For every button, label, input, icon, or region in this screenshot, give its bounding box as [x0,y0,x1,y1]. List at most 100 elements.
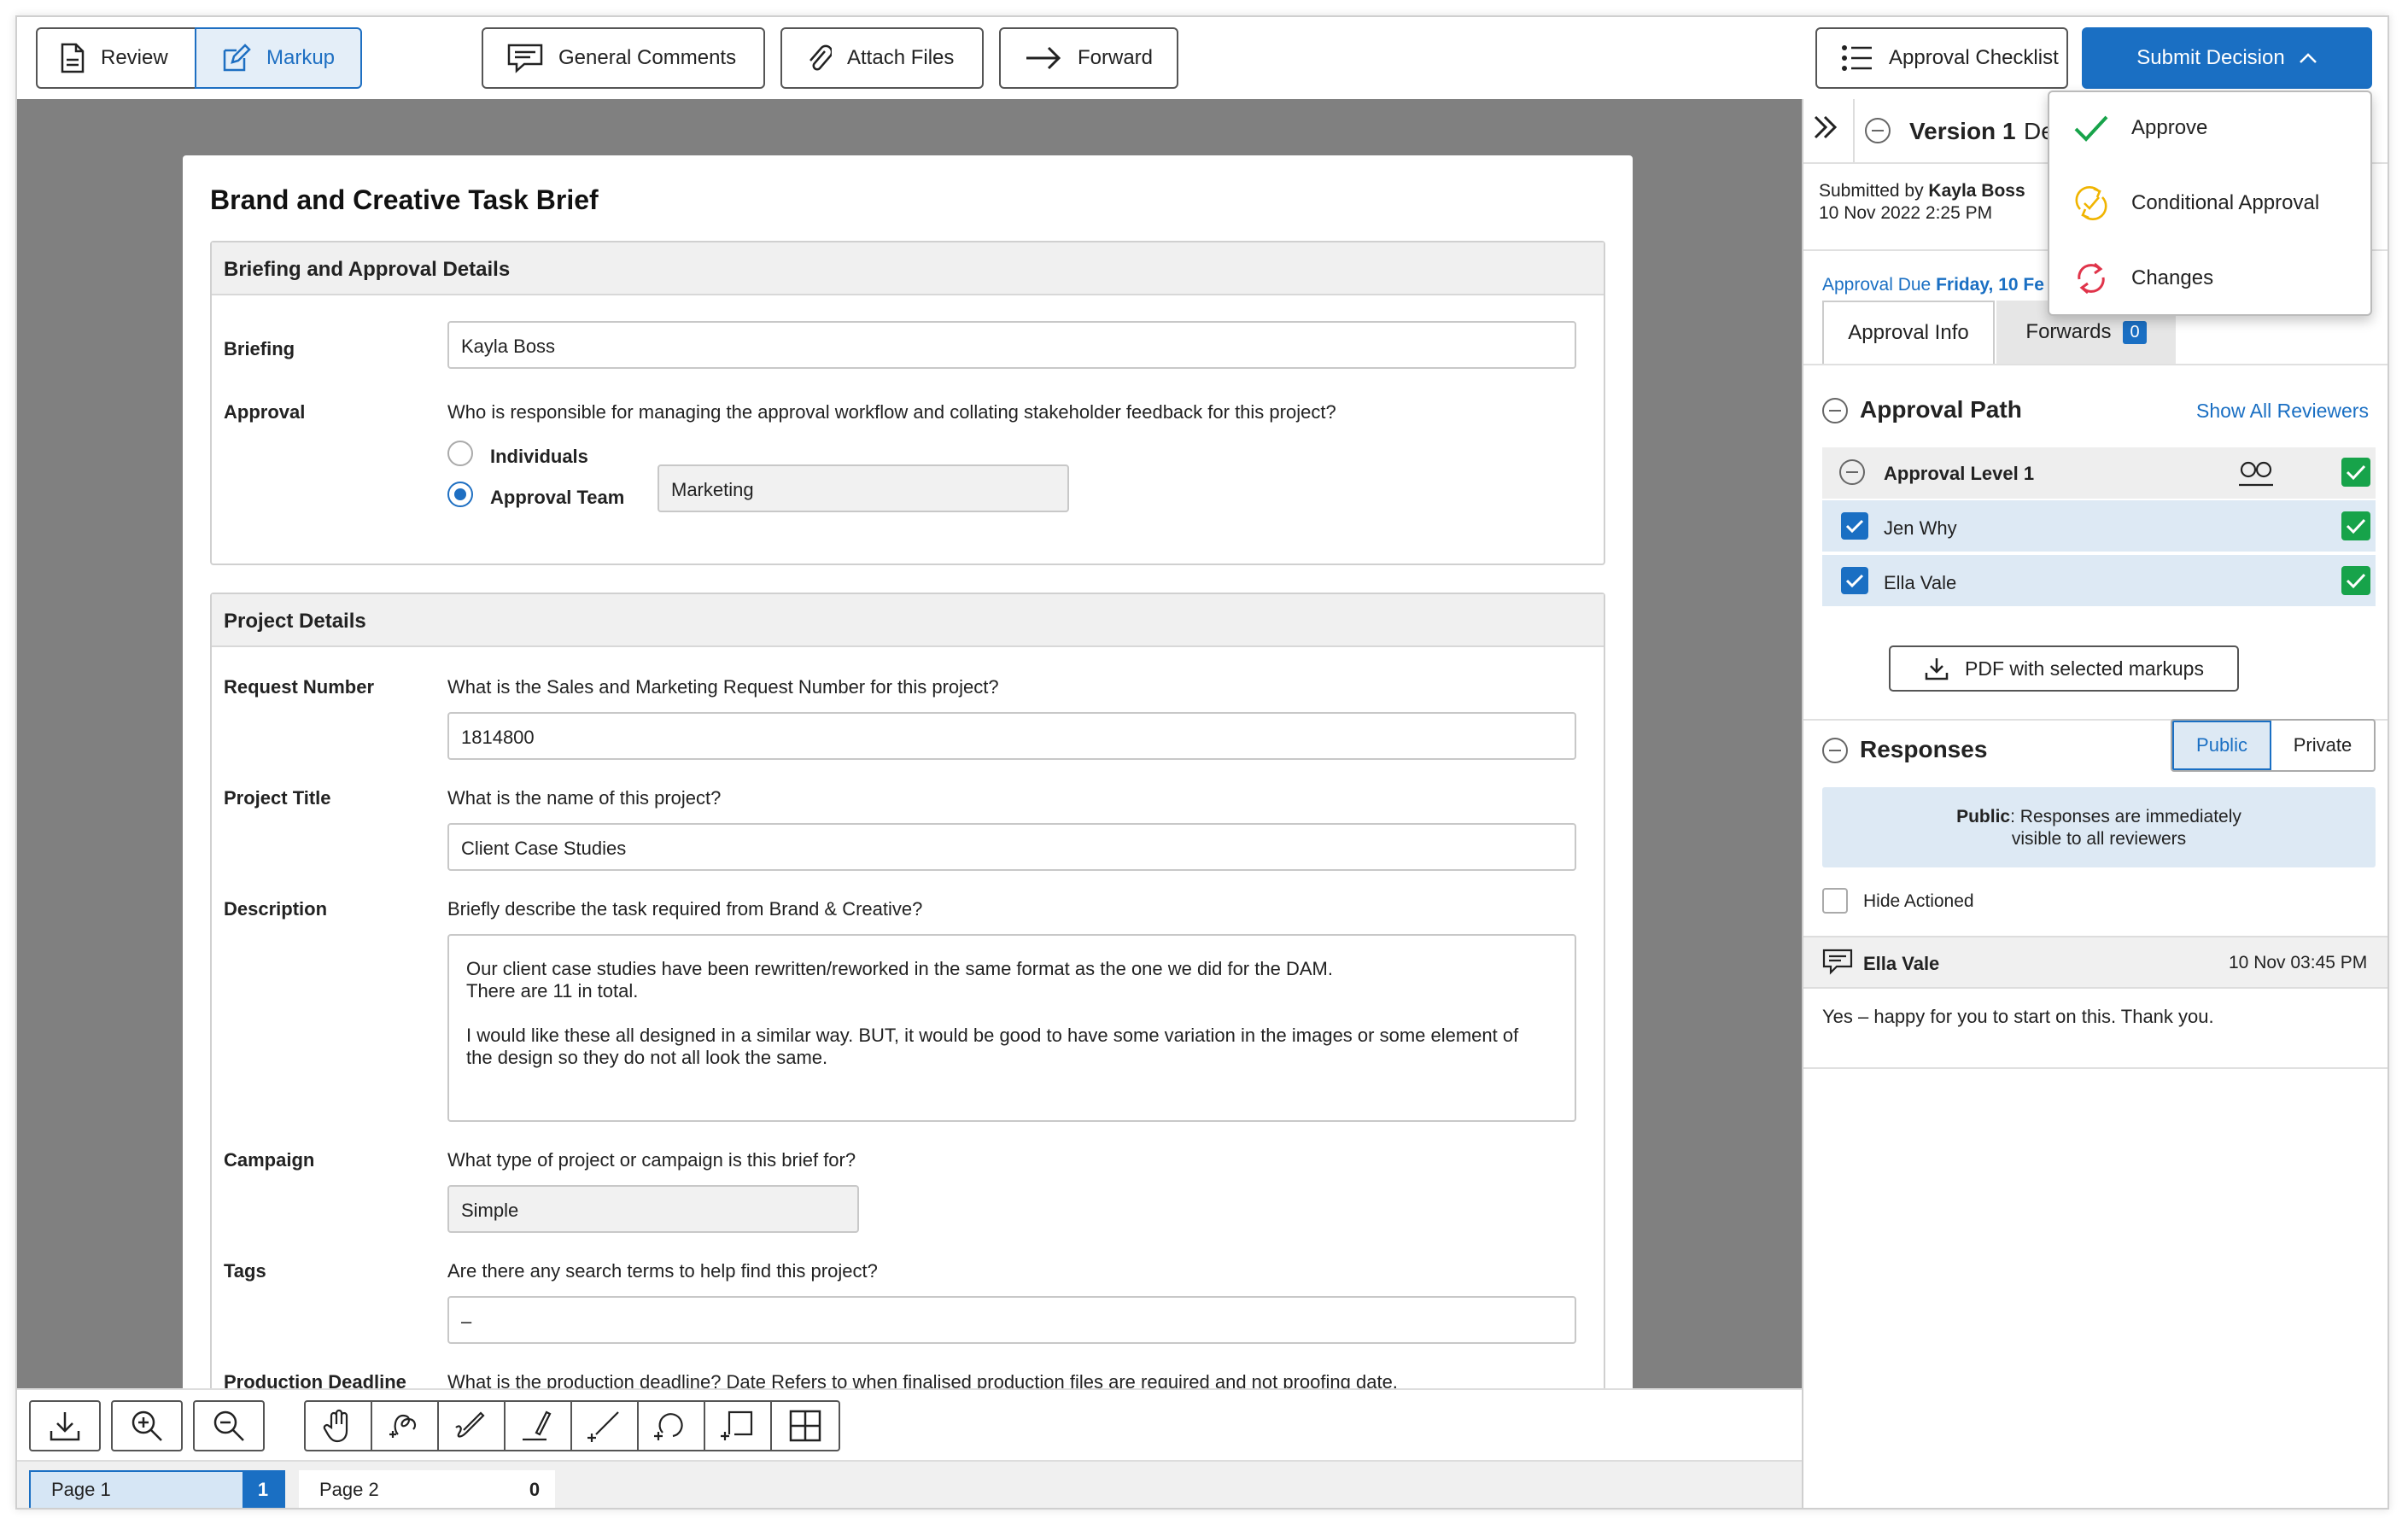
comment-icon [507,44,543,73]
campaign-question: What type of project or campaign is this… [447,1149,856,1171]
highlighter-icon [523,1410,552,1441]
zoom-in-icon [132,1410,162,1441]
individuals-radio[interactable] [447,441,473,466]
page-tab-count: 0 [529,1479,541,1500]
highlighter-tool-button[interactable] [506,1402,572,1450]
download-button[interactable] [29,1400,101,1451]
approval-level-title: Approval Level 1 [1884,463,2035,484]
project-title-field[interactable]: Client Case Studies [447,823,1576,871]
project-details-section: Project Details Request Number What is t… [210,593,1605,1388]
collapse-approval-path-icon[interactable] [1822,398,1848,423]
briefing-field[interactable]: Kayla Boss [447,321,1576,369]
review-button[interactable]: Review [36,27,195,89]
decision-menu: Approve Conditional Approval Changes [2048,91,2372,316]
pan-tool-button[interactable] [306,1402,372,1450]
description-line: There are 11 in total. [466,980,639,1002]
submitted-by-name: Kayla Boss [1928,181,2025,201]
checklist-icon [1842,45,1872,71]
description-line: Our client case studies have been rewrit… [466,958,1333,979]
freehand-tool-button[interactable] [372,1402,439,1450]
tab-approval-info[interactable]: Approval Info [1822,301,1995,364]
request-number-field[interactable]: 1814800 [447,712,1576,760]
grid-icon [789,1410,821,1442]
freehand-icon [389,1414,417,1438]
collapse-version-icon[interactable] [1865,118,1891,143]
double-chevron-right-icon [1814,115,1838,139]
submit-decision-button[interactable]: Submit Decision [2082,27,2372,89]
rectangle-icon [721,1410,753,1440]
document-viewer[interactable]: Brand and Creative Task Brief Briefing a… [17,99,1802,1388]
zoom-out-button[interactable] [193,1400,265,1451]
pdf-markups-button[interactable]: PDF with selected markups [1889,645,2239,692]
approve-option[interactable]: Approve [2073,102,2207,154]
collapse-level-icon[interactable] [1839,459,1865,485]
arrow-right-icon [1026,46,1061,70]
pen-tool-button[interactable] [439,1402,506,1450]
pdf-markups-label: PDF with selected markups [1965,657,2204,680]
reviewer-approved-check [2341,566,2370,595]
general-comments-label: General Comments [558,46,737,69]
app-window: Review Markup General Comments Attach Fi… [15,15,2389,1510]
mode-switch: Review Markup [36,27,362,89]
collapse-responses-icon[interactable] [1822,738,1848,763]
check-icon [2346,518,2366,534]
page-tab-2[interactable]: Page 2 0 [299,1470,555,1508]
page-tab-1[interactable]: Page 1 1 [29,1470,285,1508]
visibility-toggle: Public Private [2171,719,2376,772]
request-number-question: What is the Sales and Marketing Request … [447,676,999,698]
reviewer-approved-check [2341,511,2370,540]
hide-actioned-checkbox[interactable] [1822,888,1848,914]
conditional-approval-label: Conditional Approval [2131,191,2320,214]
zoom-in-button[interactable] [111,1400,183,1451]
approval-checklist-button[interactable]: Approval Checklist [1815,27,2068,89]
version-title: Version 1 [1909,118,2016,144]
approval-team-field[interactable]: Marketing [658,464,1069,512]
rectangle-tool-button[interactable] [705,1402,772,1450]
level-approved-check [2341,458,2370,487]
page-tab-label: Page 1 [51,1479,111,1500]
approve-label: Approve [2131,116,2208,139]
edit-icon [223,44,251,72]
paperclip-icon [809,44,832,71]
campaign-field[interactable]: Simple [447,1185,859,1233]
chevron-up-icon [2299,53,2317,63]
reviewer-name: Jen Why [1884,517,1957,539]
approval-due: Approval Due Friday, 10 Fe [1822,275,2044,295]
submit-decision-label: Submit Decision [2136,46,2285,69]
visibility-info-text: : Responses are immediately [2010,807,2241,826]
briefing-label: Briefing [224,338,295,359]
tags-question: Are there any search terms to help find … [447,1260,878,1282]
section-title: Briefing and Approval Details [212,242,1604,295]
reviewer-name: Ella Vale [1884,572,1957,593]
attach-files-button[interactable]: Attach Files [780,27,984,89]
refresh-icon [2078,262,2105,295]
check-icon [2346,464,2366,481]
document-title: Brand and Creative Task Brief [210,184,599,215]
forward-button[interactable]: Forward [999,27,1178,89]
briefing-section: Briefing and Approval Details Briefing K… [210,241,1605,565]
approval-team-radio[interactable] [447,482,473,507]
description-textarea[interactable]: Our client case studies have been rewrit… [447,934,1576,1122]
individuals-label: Individuals [490,446,588,467]
tags-field[interactable]: – [447,1296,1576,1344]
collapse-panel-button[interactable] [1812,114,1839,140]
reviewer-checkbox[interactable] [1841,512,1868,540]
group-icon [2239,461,2273,487]
markup-button[interactable]: Markup [195,27,362,89]
description-line: the design so they do not all look the s… [466,1047,828,1068]
grid-tool-button[interactable] [772,1402,839,1450]
private-toggle[interactable]: Private [2271,721,2374,770]
approval-due-date: Friday, 10 Fe [1936,275,2044,295]
markup-label: Markup [266,46,336,69]
changes-option[interactable]: Changes [2073,253,2213,304]
ellipse-tool-button[interactable] [639,1402,705,1450]
check-icon [2346,573,2366,589]
general-comments-button[interactable]: General Comments [482,27,765,89]
conditional-approval-option[interactable]: Conditional Approval [2073,178,2319,229]
request-number-label: Request Number [224,676,375,698]
line-tool-button[interactable] [572,1402,639,1450]
reviewer-checkbox[interactable] [1841,567,1868,594]
attach-files-label: Attach Files [847,46,955,69]
public-toggle[interactable]: Public [2172,721,2271,770]
show-all-reviewers-link[interactable]: Show All Reviewers [2196,400,2369,423]
